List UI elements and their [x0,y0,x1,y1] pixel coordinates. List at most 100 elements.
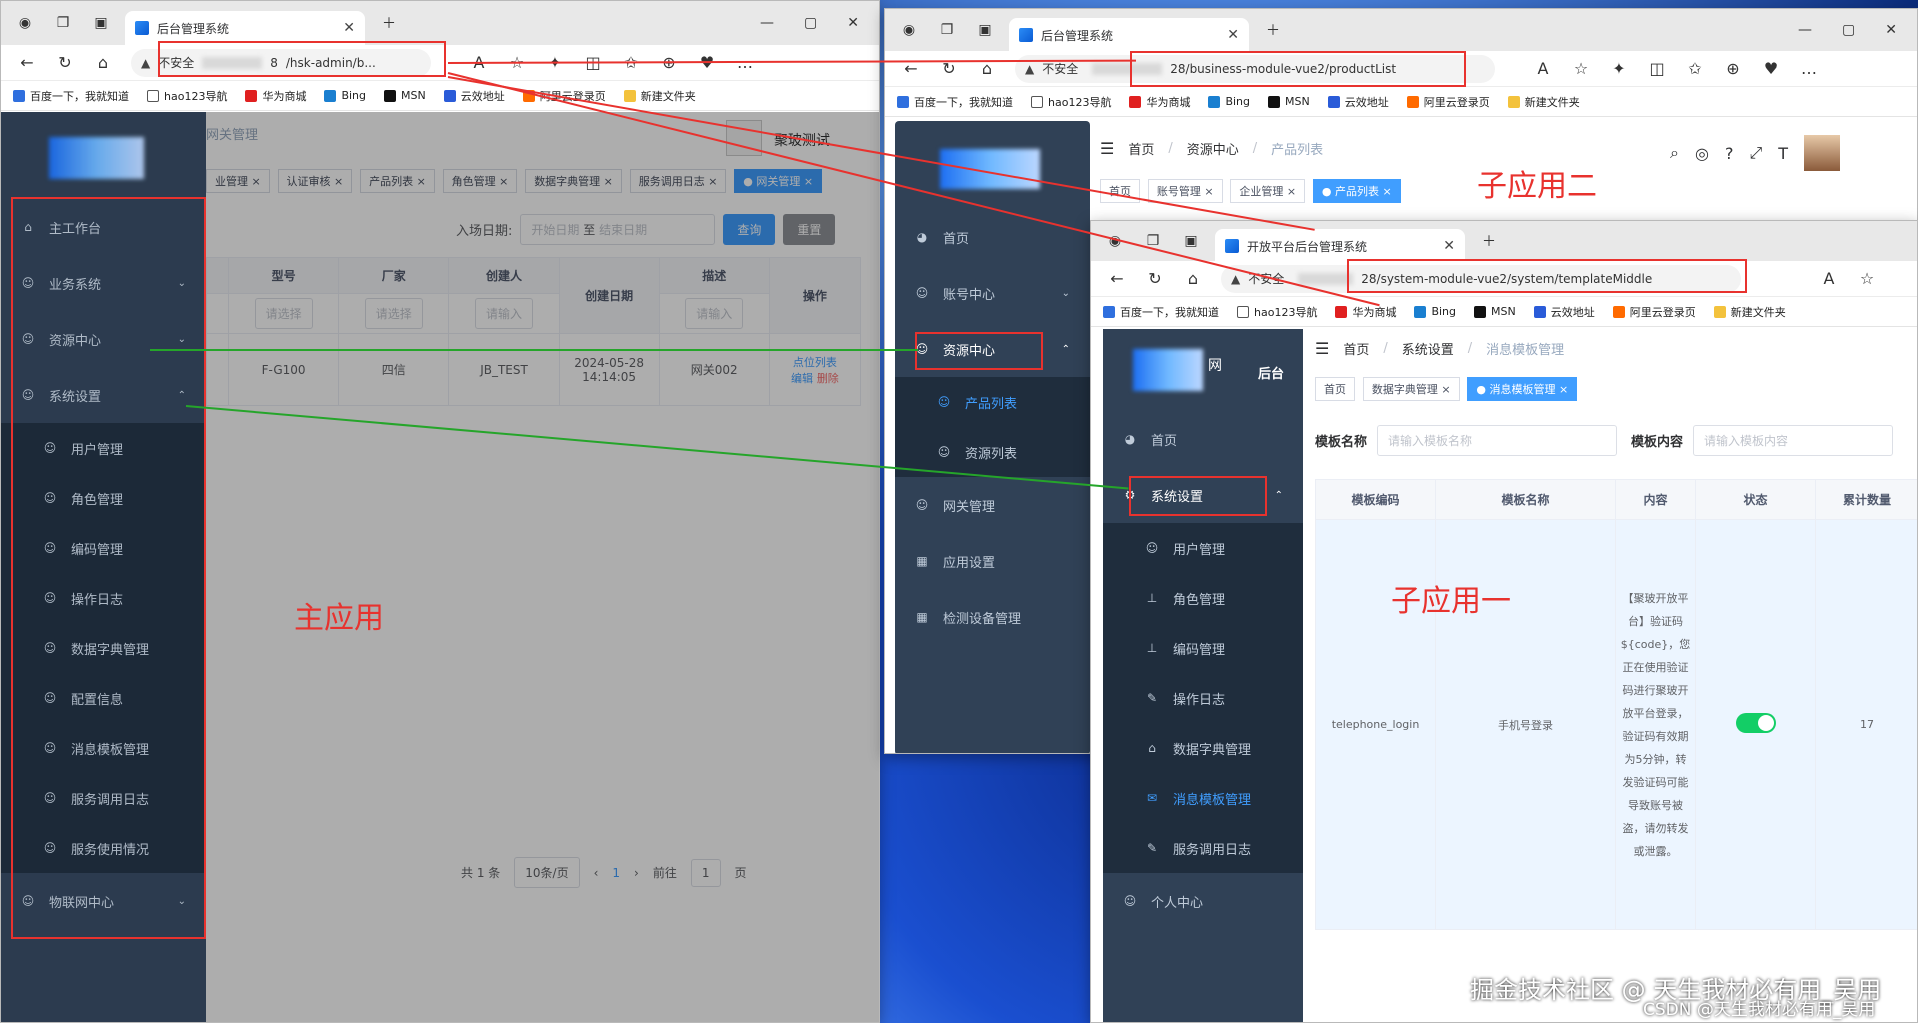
breadcrumb-item[interactable]: 首页 [1128,139,1154,158]
bookmark-item[interactable]: 百度一下，我就知道 [1103,304,1219,320]
bookmark-item[interactable]: Bing [1414,305,1456,318]
home-icon[interactable]: ⌂ [93,53,113,72]
close-tab-icon[interactable]: ✕ [1227,27,1239,43]
refresh-icon[interactable]: ↻ [55,53,75,72]
tab-actions-icon[interactable]: ▣ [971,22,999,38]
read-aloud-icon[interactable]: A [1819,269,1839,288]
bookmark-item[interactable]: 华为商城 [245,88,306,104]
template-name-input[interactable]: 请输入模板名称 [1377,425,1618,456]
bookmark-item[interactable]: MSN [384,89,426,102]
tag-item-active[interactable]: ● 产品列表 × [1312,179,1401,203]
more-icon[interactable]: … [1799,59,1819,78]
tab-actions-icon[interactable]: ▣ [1177,233,1205,249]
minimize-icon[interactable]: — [760,15,774,31]
bookmark-item[interactable]: 新建文件夹 [623,88,696,104]
font-size-icon[interactable]: T [1778,144,1788,163]
bookmark-item[interactable]: Bing [324,89,366,102]
back-icon[interactable]: ← [1107,269,1127,288]
bookmark-item[interactable]: 华为商城 [1335,304,1396,320]
bookmark-icon [1533,305,1546,318]
new-tab-icon[interactable]: ＋ [1259,20,1287,40]
breadcrumb-item[interactable]: 系统设置 [1402,339,1454,358]
bookmark-item[interactable]: 云效地址 [1327,94,1389,110]
split-screen-icon[interactable]: ◫ [1647,59,1667,78]
tag-item[interactable]: 账号管理 × [1147,179,1223,203]
submenu-item[interactable]: ⊥ 编码管理 [1103,623,1303,673]
profile-icon[interactable]: ◉ [11,15,39,31]
read-aloud-icon[interactable]: A [1533,59,1553,78]
bookmark-item[interactable]: hao123导航 [1237,304,1317,320]
tag-item[interactable]: 首页 [1100,179,1140,203]
close-tab-icon[interactable]: ✕ [1443,238,1455,254]
submenu-item[interactable]: ✎ 操作日志 [1103,673,1303,723]
tab-actions-icon[interactable]: ▣ [87,15,115,31]
collections-bar-icon[interactable]: ⊕ [1723,59,1743,78]
favorite-icon[interactable]: ☆ [1857,269,1877,288]
tag-item[interactable]: 首页 [1315,377,1355,401]
edit-icon: ✎ [1146,841,1158,855]
bookmark-item[interactable]: 百度一下，我就知道 [13,88,129,104]
menu-item-device[interactable]: ▦ 检测设备管理 [895,589,1090,645]
bookmark-item[interactable]: 新建文件夹 [1713,304,1786,320]
bookmark-item[interactable]: 百度一下，我就知道 [897,94,1013,110]
home-icon[interactable]: ⌂ [1183,269,1203,288]
menu-item-home[interactable]: ◕ 首页 [895,209,1090,265]
search-icon[interactable]: ⌕ [1670,143,1679,163]
back-icon[interactable]: ← [17,53,37,72]
bookmark-item[interactable]: 云效地址 [1533,304,1595,320]
minimize-icon[interactable]: — [1798,22,1812,38]
bookmark-item[interactable]: Bing [1208,95,1250,108]
help-icon[interactable]: ? [1725,144,1734,163]
favorite-icon[interactable]: ☆ [1571,59,1591,78]
browser-tab[interactable]: 开放平台后台管理系统 ✕ [1215,229,1465,263]
new-tab-icon[interactable]: ＋ [375,13,403,33]
bookmark-item[interactable]: hao123导航 [147,88,227,104]
collections-icon[interactable]: ❐ [49,15,77,31]
bookmark-item[interactable]: hao123导航 [1031,94,1111,110]
status-toggle[interactable] [1735,713,1776,733]
health-icon[interactable]: ♥ [1761,59,1781,78]
menu-item-app-settings[interactable]: ▦ 应用设置 [895,533,1090,589]
bookmark-item[interactable]: 阿里云登录页 [1406,94,1490,110]
maximize-icon[interactable]: ▢ [1842,22,1855,38]
submenu-item[interactable]: ⊥ 角色管理 [1103,573,1303,623]
menu-item-home[interactable]: ◕ 首页 [1103,411,1303,467]
refresh-icon[interactable]: ↻ [1145,269,1165,288]
bookmark-item[interactable]: 阿里云登录页 [1612,304,1696,320]
template-content-input[interactable]: 请输入模板内容 [1693,425,1894,456]
new-tab-icon[interactable]: ＋ [1475,231,1503,251]
tag-item-active[interactable]: ● 消息模板管理 × [1467,377,1578,401]
menu-item-profile[interactable]: ☺ 个人中心 [1103,873,1303,929]
github-icon[interactable]: ◎ [1695,144,1709,163]
bookmark-item[interactable]: 云效地址 [443,88,505,104]
avatar[interactable] [1804,135,1841,171]
maximize-icon[interactable]: ▢ [804,15,817,31]
menu-item-account[interactable]: ☺ 账号中心 ⌄ [895,265,1090,321]
fullscreen-icon[interactable]: ⤢ [1749,143,1762,163]
bookmark-item[interactable]: 新建文件夹 [1507,94,1580,110]
browser-tab[interactable]: 后台管理系统 ✕ [125,11,365,45]
extensions-icon[interactable]: ✦ [1609,59,1629,78]
tag-item[interactable]: 数据字典管理 × [1362,377,1460,401]
close-window-icon[interactable]: ✕ [1885,22,1897,38]
browser-tab[interactable]: 后台管理系统 ✕ [1009,18,1249,52]
submenu-item[interactable]: ⌂ 数据字典管理 [1103,723,1303,773]
menu-item-gateway[interactable]: ☺ 网关管理 [895,477,1090,533]
close-window-icon[interactable]: ✕ [847,15,859,31]
submenu-item-active[interactable]: ☺ 产品列表 [895,377,1090,427]
bookmark-item[interactable]: 华为商城 [1129,94,1190,110]
collections-icon[interactable]: ❐ [933,22,961,38]
hamburger-icon[interactable]: ☰ [1100,139,1114,158]
profile-icon[interactable]: ◉ [895,22,923,38]
favorites-icon[interactable]: ✩ [1685,59,1705,78]
bookmark-item[interactable]: MSN [1268,95,1310,108]
close-tab-icon[interactable]: ✕ [343,20,355,36]
breadcrumb-item[interactable]: 首页 [1343,339,1369,358]
submenu-item[interactable]: ✎ 服务调用日志 [1103,823,1303,873]
hamburger-icon[interactable]: ☰ [1315,339,1329,358]
submenu-item-active[interactable]: ✉ 消息模板管理 [1103,773,1303,823]
bookmark-item[interactable]: MSN [1474,305,1516,318]
breadcrumb-item[interactable]: 资源中心 [1187,139,1239,158]
submenu-item[interactable]: ☺ 用户管理 [1103,523,1303,573]
tag-item[interactable]: 企业管理 × [1230,179,1306,203]
